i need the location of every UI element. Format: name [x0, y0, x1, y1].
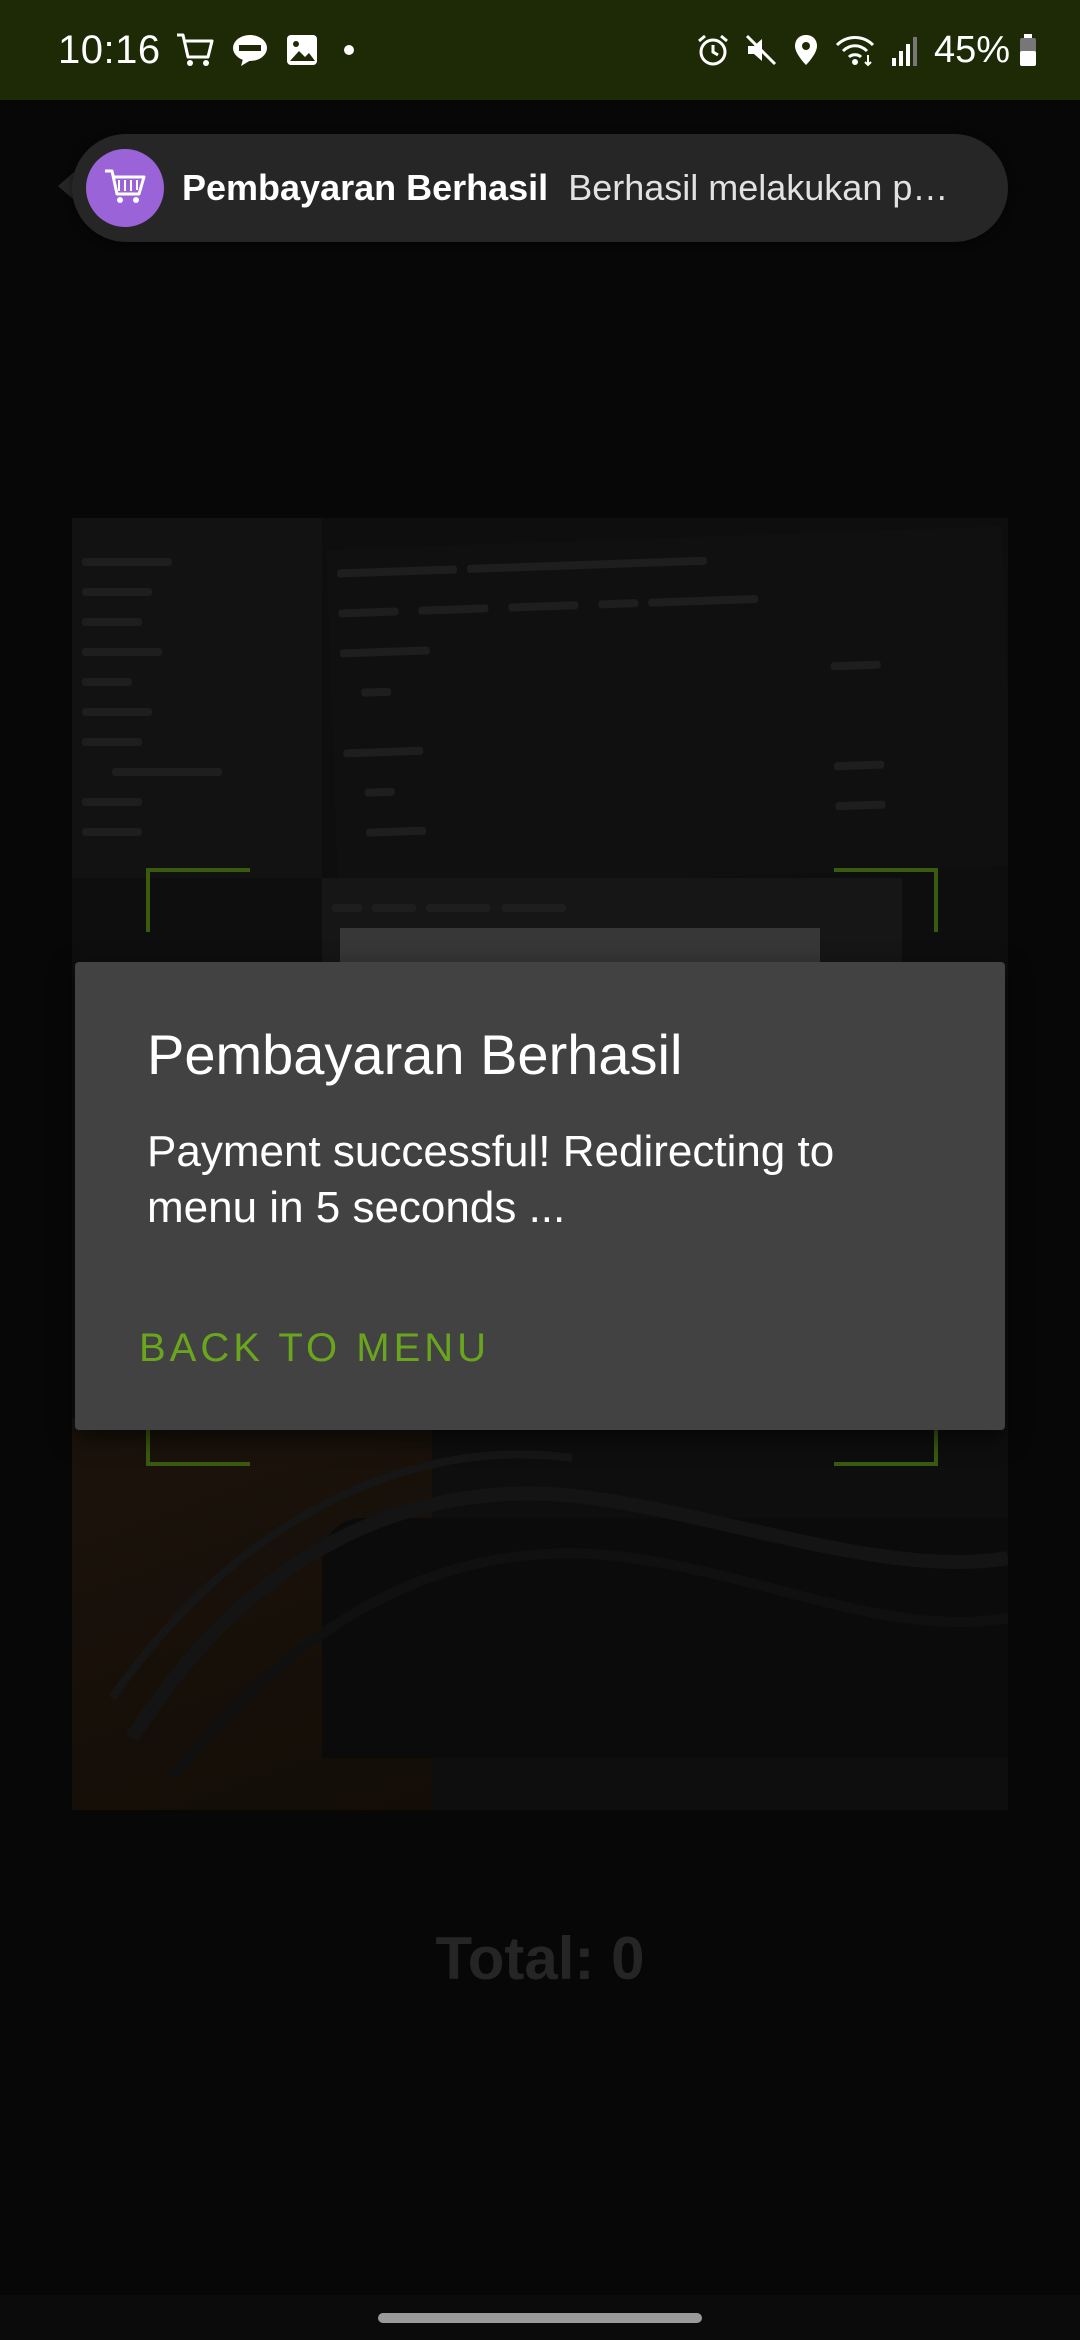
- cart-icon: [103, 166, 147, 211]
- mute-icon: [744, 33, 778, 67]
- battery-percentage: 45%: [933, 28, 1010, 71]
- dialog-title: Pembayaran Berhasil: [147, 1023, 683, 1086]
- wifi-icon: [834, 33, 876, 67]
- scan-frame-corner-top-right: [834, 868, 938, 932]
- screen: Total: 0 10:16 45% Pembayaran Berhasil B…: [0, 0, 1080, 2340]
- dot-icon: [343, 44, 355, 56]
- status-time: 10:16: [58, 27, 161, 72]
- back-to-menu-button[interactable]: BACK TO MENU: [123, 1308, 506, 1388]
- location-icon: [792, 33, 820, 67]
- heads-up-notification[interactable]: Pembayaran Berhasil Berhasil melakukan p…: [72, 134, 1008, 242]
- line-icon: [231, 33, 269, 67]
- signal-icon: [890, 34, 920, 66]
- notification-app-icon: [86, 149, 164, 227]
- notification-title: Pembayaran Berhasil: [182, 167, 549, 208]
- status-bar: 10:16 45%: [0, 0, 1080, 100]
- image-icon: [285, 33, 319, 67]
- notification-text: Berhasil melakukan p…: [568, 167, 949, 208]
- status-bar-left: 10:16: [58, 22, 355, 78]
- total-text: Total: 0: [435, 1925, 645, 1992]
- battery-icon: [1018, 33, 1038, 67]
- cart-icon: [175, 31, 215, 69]
- navigation-bar: [0, 2295, 1080, 2340]
- scan-frame-corner-top-left: [146, 868, 250, 932]
- home-gesture-handle[interactable]: [378, 2313, 702, 2323]
- status-bar-right: 45%: [682, 22, 1038, 78]
- alarm-icon: [696, 33, 730, 67]
- payment-success-dialog: Pembayaran Berhasil Payment successful! …: [75, 962, 1005, 1430]
- dialog-message: Payment successful! Redirecting to menu …: [147, 1127, 835, 1232]
